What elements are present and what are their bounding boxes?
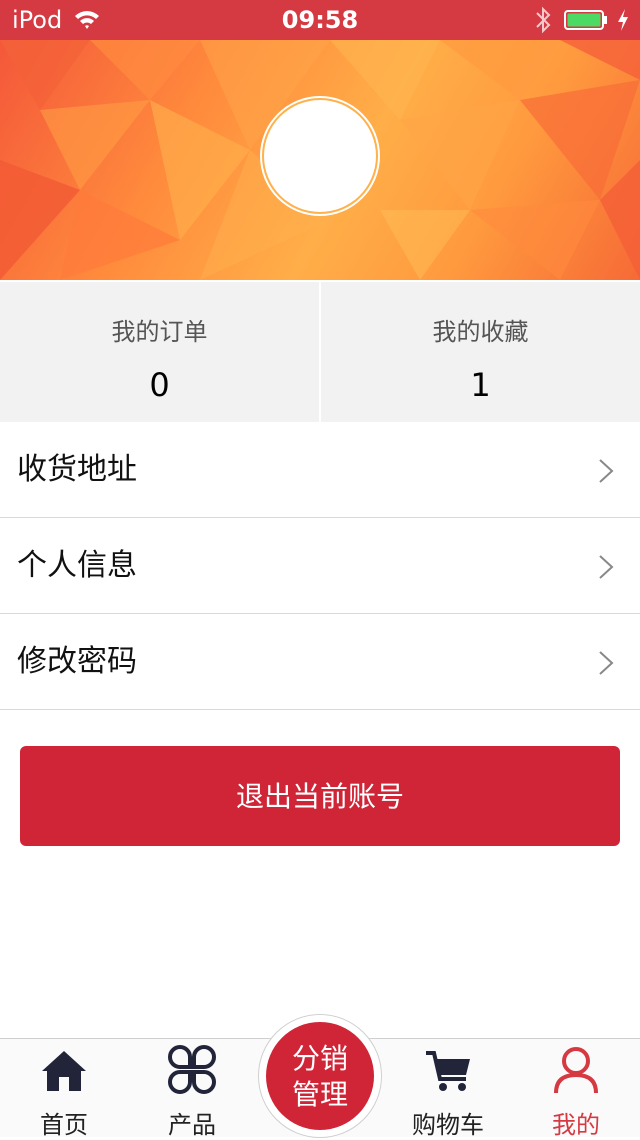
stats-row: 我的订单 0 我的收藏 1 — [0, 282, 640, 422]
tab-products[interactable]: 产品 — [128, 1039, 256, 1139]
chevron-right-icon — [599, 555, 614, 579]
profile-header — [0, 40, 640, 280]
menu-item-label: 个人信息 — [17, 548, 137, 583]
battery-icon — [564, 10, 607, 30]
my-favorites-stat[interactable]: 我的收藏 1 — [321, 282, 640, 422]
user-icon — [554, 1047, 598, 1094]
user-avatar-icon — [262, 98, 378, 214]
tab-cart[interactable]: 购物车 — [384, 1039, 512, 1139]
bluetooth-icon — [536, 6, 551, 34]
my-orders-stat[interactable]: 我的订单 0 — [0, 282, 319, 422]
my-orders-count: 0 — [149, 366, 170, 404]
cart-icon — [426, 1051, 470, 1091]
menu-item-label: 收货地址 — [17, 452, 137, 487]
center-button-line1: 分销 — [291, 1042, 348, 1075]
tab-mine[interactable]: 我的 — [512, 1039, 640, 1139]
my-favorites-count: 1 — [470, 366, 491, 404]
status-bar: iPod 09:58 — [0, 0, 640, 40]
distribution-management-button[interactable]: 分销 管理 — [266, 1022, 374, 1130]
menu-item-change-password[interactable]: 修改密码 — [0, 614, 640, 710]
tab-label: 产品 — [168, 1111, 216, 1139]
tab-label: 我的 — [552, 1111, 600, 1139]
avatar[interactable] — [260, 96, 380, 216]
center-button-line2: 管理 — [291, 1078, 348, 1111]
logout-button[interactable]: 退出当前账号 — [20, 746, 620, 846]
menu-item-personal-info[interactable]: 个人信息 — [0, 518, 640, 614]
home-icon — [42, 1051, 86, 1091]
menu-item-label: 修改密码 — [17, 644, 137, 679]
chevron-right-icon — [599, 459, 614, 483]
charging-icon — [618, 9, 628, 31]
tab-label: 首页 — [40, 1111, 88, 1139]
chevron-right-icon — [599, 651, 614, 675]
tab-home[interactable]: 首页 — [0, 1039, 128, 1139]
my-favorites-label: 我的收藏 — [432, 318, 529, 346]
tab-label: 购物车 — [412, 1111, 484, 1139]
menu-item-shipping-address[interactable]: 收货地址 — [0, 422, 640, 518]
settings-menu: 收货地址 个人信息 修改密码 — [0, 422, 640, 710]
my-orders-label: 我的订单 — [111, 318, 208, 346]
products-icon — [168, 1045, 216, 1094]
